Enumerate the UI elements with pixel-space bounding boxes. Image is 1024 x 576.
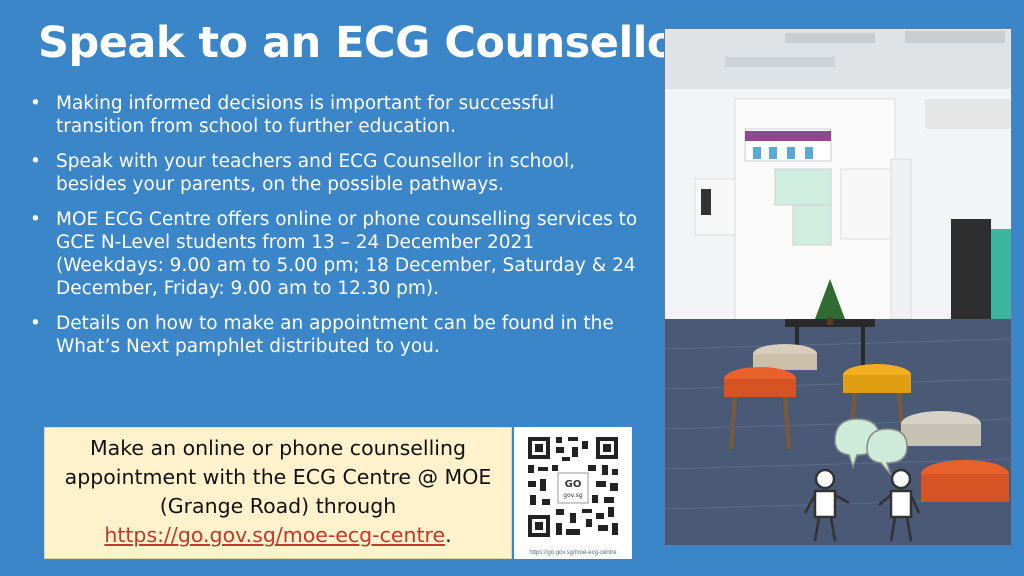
bullet-list: • Making informed decisions is important … bbox=[30, 92, 640, 370]
bullet-dot: • bbox=[30, 209, 41, 230]
slide-title: Speak to an ECG Counsellor bbox=[38, 18, 697, 68]
counselling-room-photo bbox=[664, 28, 1012, 546]
qr-code-card[interactable]: GO gov.sg https://go.gov.sg/moe-ecg-cent… bbox=[514, 427, 632, 559]
qr-code-icon: GO gov.sg bbox=[526, 435, 620, 539]
counselling-room-illustration bbox=[665, 29, 1011, 545]
bullet-item: • Speak with your teachers and ECG Counse… bbox=[30, 150, 640, 196]
callout-line: (Grange Road) through bbox=[159, 494, 397, 518]
bullet-item: • Details on how to make an appointment c… bbox=[30, 312, 640, 358]
qr-logo-subtext: gov.sg bbox=[563, 492, 583, 499]
link-suffix: . bbox=[445, 523, 452, 547]
bullet-text: Speak with your teachers and ECG Counsel… bbox=[56, 151, 576, 195]
bullet-item: • MOE ECG Centre offers online or phone c… bbox=[30, 208, 640, 300]
callout-line: Make an online or phone counselling bbox=[90, 436, 466, 460]
bullet-dot: • bbox=[30, 93, 41, 114]
callout-link-line: https://go.gov.sg/moe-ecg-centre. bbox=[45, 521, 511, 550]
bullet-item: • Making informed decisions is important … bbox=[30, 92, 640, 138]
bullet-text: MOE ECG Centre offers online or phone co… bbox=[56, 209, 638, 299]
bullet-dot: • bbox=[30, 313, 41, 334]
bullet-text: Details on how to make an appointment ca… bbox=[56, 313, 614, 357]
qr-caption: https://go.gov.sg/moe-ecg-centre bbox=[529, 550, 617, 556]
callout-line: appointment with the ECG Centre @ MOE bbox=[64, 465, 492, 489]
qr-logo-text: GO bbox=[565, 479, 582, 490]
appointment-link[interactable]: https://go.gov.sg/moe-ecg-centre bbox=[104, 523, 445, 547]
appointment-callout: Make an online or phone counselling appo… bbox=[44, 427, 512, 559]
bullet-dot: • bbox=[30, 151, 41, 172]
bullet-text: Making informed decisions is important f… bbox=[56, 93, 555, 137]
